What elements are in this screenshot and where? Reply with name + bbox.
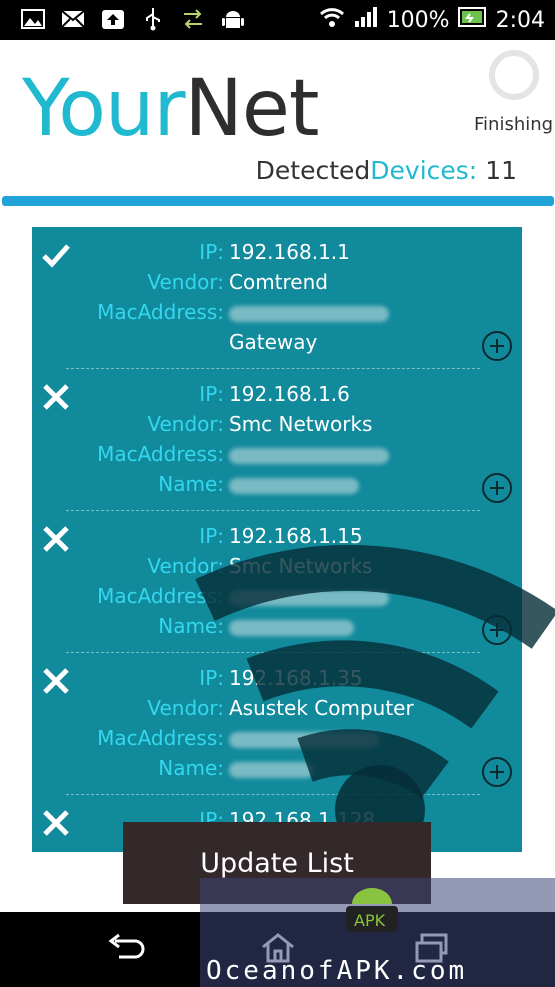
name-label: Name: xyxy=(158,756,224,780)
image-icon xyxy=(20,6,46,32)
mac-label: MacAddress: xyxy=(97,726,224,750)
ip-label: IP: xyxy=(199,666,224,690)
wifi-icon xyxy=(319,5,345,35)
mail-icon xyxy=(60,6,86,32)
navigation-bar xyxy=(0,912,555,987)
progress-spinner xyxy=(489,50,539,100)
recent-apps-icon xyxy=(415,933,448,963)
clock: 2:04 xyxy=(495,7,545,33)
expand-button[interactable] xyxy=(482,615,512,645)
vendor-value: Smc Networks xyxy=(229,554,373,578)
vendor-label: Vendor: xyxy=(147,554,224,578)
mac-label: MacAddress: xyxy=(97,584,224,608)
mac-value-redacted xyxy=(229,732,379,748)
vendor-value: Asustek Computer xyxy=(229,696,414,720)
update-list-button[interactable]: Update List xyxy=(123,822,431,904)
device-entry[interactable]: IP: 192.168.1.35 Vendor: Asustek Computer … xyxy=(32,653,522,795)
home-button[interactable] xyxy=(248,926,308,970)
vendor-label: Vendor: xyxy=(147,412,224,436)
expand-button[interactable] xyxy=(482,331,512,361)
home-icon xyxy=(262,933,294,963)
ip-label: IP: xyxy=(199,240,224,264)
ip-value: 192.168.1.35 xyxy=(229,666,363,690)
back-button[interactable] xyxy=(95,926,155,970)
ip-label: IP: xyxy=(199,382,224,406)
name-value-redacted xyxy=(229,620,354,636)
status-bar: 100% 2:04 xyxy=(0,0,555,40)
name-label: Name: xyxy=(158,472,224,496)
vendor-value: Smc Networks xyxy=(229,412,373,436)
header-divider xyxy=(2,196,554,206)
system-indicators: 100% 2:04 xyxy=(319,5,545,35)
ip-value: 192.168.1.6 xyxy=(229,382,350,406)
battery-percent: 100% xyxy=(386,7,450,33)
mac-label: MacAddress: xyxy=(97,300,224,324)
ip-value: 192.168.1.1 xyxy=(229,240,350,264)
recent-apps-button[interactable] xyxy=(402,926,462,970)
back-icon xyxy=(108,933,145,959)
device-entry[interactable]: IP: 192.168.1.15 Vendor: Smc Networks MacA… xyxy=(32,511,522,653)
vendor-label: Vendor: xyxy=(147,270,224,294)
android-icon xyxy=(220,6,246,32)
scan-status: Finishing xyxy=(474,114,554,135)
mac-value-redacted xyxy=(229,590,389,606)
signal-icon xyxy=(353,5,379,35)
name-value-redacted xyxy=(229,478,359,494)
ip-value: 192.168.1.15 xyxy=(229,524,363,548)
name-label: Name: xyxy=(158,614,224,638)
ip-label: IP: xyxy=(199,524,224,548)
name-value-redacted xyxy=(229,762,314,778)
expand-button[interactable] xyxy=(482,757,512,787)
detected-devices-count: DetectedDevices: 11 xyxy=(255,156,517,185)
notification-icons xyxy=(20,6,246,32)
device-role: Gateway xyxy=(229,330,318,354)
vendor-label: Vendor: xyxy=(147,696,224,720)
mac-label: MacAddress: xyxy=(97,442,224,466)
device-entry[interactable]: IP: 192.168.1.6 Vendor: Smc Networks MacAd… xyxy=(32,369,522,511)
expand-button[interactable] xyxy=(482,473,512,503)
mac-value-redacted xyxy=(229,306,389,322)
usb-icon xyxy=(140,6,166,32)
device-list[interactable]: IP: 192.168.1.1 Vendor: Comtrend MacAddres… xyxy=(32,227,522,852)
device-entry[interactable]: IP: 192.168.1.1 Vendor: Comtrend MacAddres… xyxy=(32,227,522,369)
mac-value-redacted xyxy=(229,448,389,464)
sync-icon xyxy=(180,6,206,32)
battery-icon xyxy=(457,6,488,34)
app-logo: YourNet xyxy=(22,64,319,154)
upload-icon xyxy=(100,6,126,32)
vendor-value: Comtrend xyxy=(229,270,328,294)
